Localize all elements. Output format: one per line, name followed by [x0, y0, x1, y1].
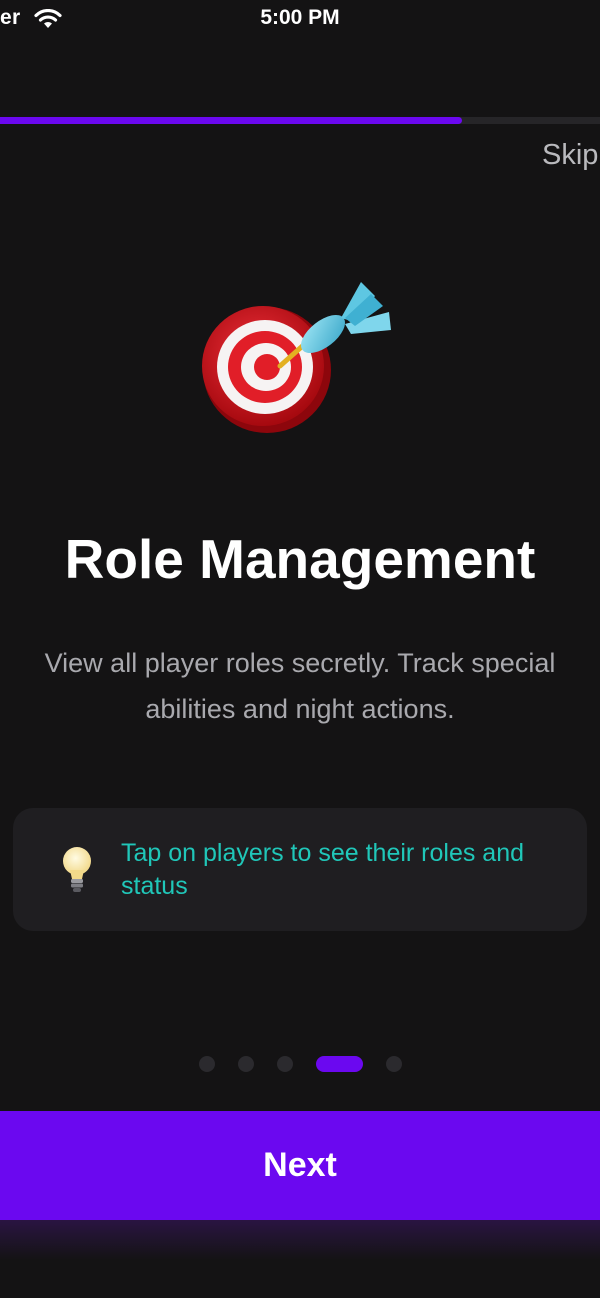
- bottom-glow: [0, 1220, 600, 1260]
- progress-fill: [0, 117, 462, 124]
- dart-target-icon: [202, 282, 391, 433]
- light-bulb-icon: [63, 847, 91, 892]
- slide-title: Role Management: [64, 528, 536, 590]
- page-dot[interactable]: [237, 1056, 254, 1072]
- page-dot-active[interactable]: [315, 1056, 363, 1072]
- page-indicator: [0, 1056, 600, 1072]
- tip-card: Tap on players to see their roles and st…: [13, 808, 587, 931]
- clock: 5:00 PM: [260, 6, 340, 29]
- page-dot[interactable]: [198, 1056, 215, 1072]
- onboarding-progress-bar: [0, 117, 600, 124]
- slide-description: View all player roles secretly. Track sp…: [44, 648, 556, 724]
- next-button[interactable]: Next: [0, 1111, 600, 1220]
- page-dot[interactable]: [385, 1056, 402, 1072]
- skip-button[interactable]: Skip: [542, 139, 598, 172]
- tip-text: Tap on players to see their roles and st…: [121, 839, 525, 900]
- status-bar: er 5:00 PM: [0, 0, 600, 40]
- page-dot[interactable]: [276, 1056, 293, 1072]
